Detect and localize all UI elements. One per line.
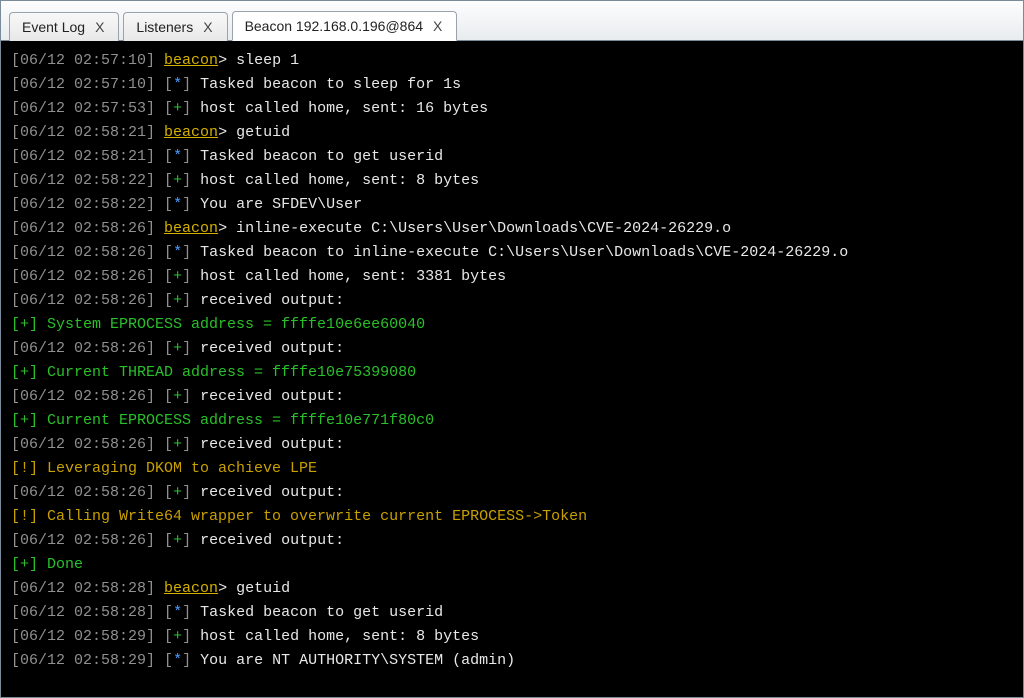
- console-line: [06/12 02:58:26] beacon> inline-execute …: [11, 217, 1013, 241]
- command-text: inline-execute C:\Users\User\Downloads\C…: [236, 220, 731, 237]
- timestamp: [06/12 02:57:10]: [11, 76, 155, 93]
- timestamp: [06/12 02:58:21]: [11, 124, 155, 141]
- timestamp: [06/12 02:58:26]: [11, 292, 155, 309]
- timestamp: [06/12 02:58:26]: [11, 388, 155, 405]
- message-text: host called home, sent: 3381 bytes: [200, 268, 506, 285]
- message-text: host called home, sent: 8 bytes: [200, 628, 479, 645]
- beacon-prompt: beacon: [164, 52, 218, 69]
- output-text: Current EPROCESS address = ffffe10e771f8…: [47, 412, 434, 429]
- timestamp: [06/12 02:57:53]: [11, 100, 155, 117]
- console-line: [06/12 02:58:22] [+] host called home, s…: [11, 169, 1013, 193]
- console-line: [06/12 02:58:29] [*] You are NT AUTHORIT…: [11, 649, 1013, 673]
- console-line: [06/12 02:58:26] [*] Tasked beacon to in…: [11, 241, 1013, 265]
- timestamp: [06/12 02:58:26]: [11, 340, 155, 357]
- timestamp: [06/12 02:58:22]: [11, 172, 155, 189]
- message-text: host called home, sent: 8 bytes: [200, 172, 479, 189]
- message-text: host called home, sent: 16 bytes: [200, 100, 488, 117]
- console-line: [06/12 02:58:26] [+] received output:: [11, 481, 1013, 505]
- message-text: Tasked beacon to sleep for 1s: [200, 76, 461, 93]
- console-line: [06/12 02:58:26] [+] received output:: [11, 385, 1013, 409]
- output-text: Leveraging DKOM to achieve LPE: [47, 460, 317, 477]
- timestamp: [06/12 02:58:21]: [11, 148, 155, 165]
- timestamp: [06/12 02:58:26]: [11, 244, 155, 261]
- timestamp: [06/12 02:58:26]: [11, 220, 155, 237]
- timestamp: [06/12 02:58:22]: [11, 196, 155, 213]
- timestamp: [06/12 02:58:29]: [11, 652, 155, 669]
- console-line: [06/12 02:58:28] beacon> getuid: [11, 577, 1013, 601]
- beacon-prompt: beacon: [164, 220, 218, 237]
- command-text: getuid: [236, 580, 290, 597]
- tab-label: Beacon 192.168.0.196@864: [245, 18, 423, 34]
- console-line: [!] Leveraging DKOM to achieve LPE: [11, 457, 1013, 481]
- message-text: Tasked beacon to inline-execute C:\Users…: [200, 244, 848, 261]
- beacon-prompt: beacon: [164, 580, 218, 597]
- tab-2[interactable]: Beacon 192.168.0.196@864 X: [232, 11, 458, 41]
- console-line: [06/12 02:58:26] [+] received output:: [11, 433, 1013, 457]
- tab-bar: Event LogXListenersXBeacon 192.168.0.196…: [1, 1, 1023, 41]
- console-line: [+] Current THREAD address = ffffe10e753…: [11, 361, 1013, 385]
- beacon-prompt: beacon: [164, 124, 218, 141]
- tab-0[interactable]: Event Log X: [9, 12, 119, 41]
- console-line: [06/12 02:58:28] [*] Tasked beacon to ge…: [11, 601, 1013, 625]
- command-text: getuid: [236, 124, 290, 141]
- output-text: Current THREAD address = ffffe10e7539908…: [47, 364, 416, 381]
- timestamp: [06/12 02:58:28]: [11, 604, 155, 621]
- message-text: Tasked beacon to get userid: [200, 604, 443, 621]
- message-text: received output:: [200, 388, 344, 405]
- console-line: [06/12 02:58:26] [+] received output:: [11, 337, 1013, 361]
- console-line: [06/12 02:58:26] [+] received output:: [11, 289, 1013, 313]
- output-text: System EPROCESS address = ffffe10e6ee600…: [47, 316, 425, 333]
- close-icon[interactable]: X: [93, 19, 106, 35]
- console-line: [06/12 02:57:53] [+] host called home, s…: [11, 97, 1013, 121]
- console-line: [+] System EPROCESS address = ffffe10e6e…: [11, 313, 1013, 337]
- message-text: received output:: [200, 484, 344, 501]
- close-icon[interactable]: X: [431, 18, 444, 34]
- console-line: [06/12 02:58:26] [+] host called home, s…: [11, 265, 1013, 289]
- message-text: Tasked beacon to get userid: [200, 148, 443, 165]
- message-text: received output:: [200, 340, 344, 357]
- message-text: You are NT AUTHORITY\SYSTEM (admin): [200, 652, 515, 669]
- app-window: Event LogXListenersXBeacon 192.168.0.196…: [0, 0, 1024, 698]
- console-line: [06/12 02:57:10] beacon> sleep 1: [11, 49, 1013, 73]
- console-line: [06/12 02:57:10] [*] Tasked beacon to sl…: [11, 73, 1013, 97]
- message-text: received output:: [200, 436, 344, 453]
- tab-label: Event Log: [22, 19, 85, 35]
- console-line: [06/12 02:58:29] [+] host called home, s…: [11, 625, 1013, 649]
- tab-1[interactable]: Listeners X: [123, 12, 227, 41]
- console-line: [06/12 02:58:21] beacon> getuid: [11, 121, 1013, 145]
- output-text: Calling Write64 wrapper to overwrite cur…: [47, 508, 587, 525]
- console-line: [+] Current EPROCESS address = ffffe10e7…: [11, 409, 1013, 433]
- console-line: [06/12 02:58:21] [*] Tasked beacon to ge…: [11, 145, 1013, 169]
- command-text: sleep 1: [236, 52, 299, 69]
- console-line: [06/12 02:58:26] [+] received output:: [11, 529, 1013, 553]
- timestamp: [06/12 02:58:29]: [11, 628, 155, 645]
- output-text: Done: [47, 556, 83, 573]
- timestamp: [06/12 02:57:10]: [11, 52, 155, 69]
- timestamp: [06/12 02:58:26]: [11, 532, 155, 549]
- message-text: received output:: [200, 292, 344, 309]
- message-text: You are SFDEV\User: [200, 196, 362, 213]
- timestamp: [06/12 02:58:26]: [11, 268, 155, 285]
- console-line: [!] Calling Write64 wrapper to overwrite…: [11, 505, 1013, 529]
- close-icon[interactable]: X: [201, 19, 214, 35]
- timestamp: [06/12 02:58:28]: [11, 580, 155, 597]
- console-line: [06/12 02:58:22] [*] You are SFDEV\User: [11, 193, 1013, 217]
- message-text: received output:: [200, 532, 344, 549]
- timestamp: [06/12 02:58:26]: [11, 436, 155, 453]
- tab-label: Listeners: [136, 19, 193, 35]
- beacon-console[interactable]: [06/12 02:57:10] beacon> sleep 1[06/12 0…: [1, 41, 1023, 697]
- timestamp: [06/12 02:58:26]: [11, 484, 155, 501]
- console-line: [+] Done: [11, 553, 1013, 577]
